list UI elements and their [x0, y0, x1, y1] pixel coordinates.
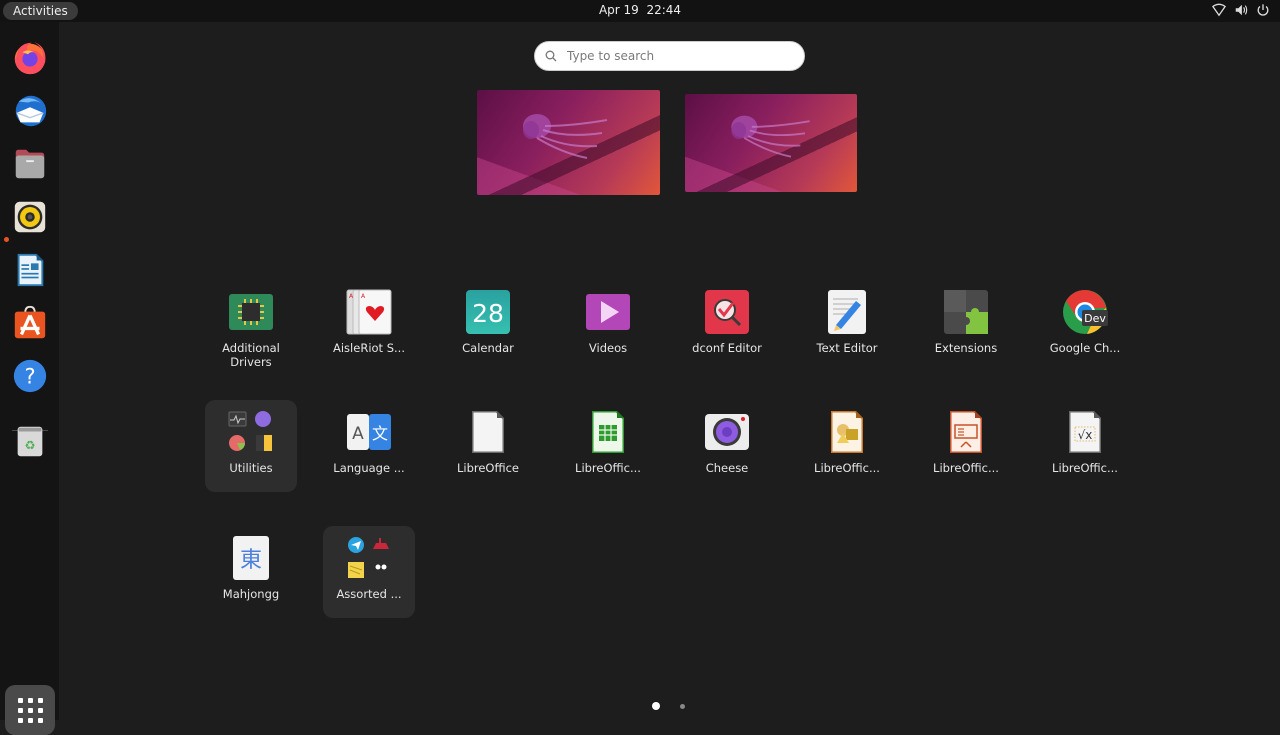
- dock-item-files[interactable]: [8, 142, 52, 186]
- cheese-camera-icon: [705, 414, 749, 450]
- dock-item-thunderbird[interactable]: [8, 89, 52, 133]
- svg-text:?: ?: [24, 365, 35, 389]
- libreoffice-writer-icon: [17, 253, 44, 287]
- app-label: Assorted ...: [336, 587, 402, 601]
- thunderbird-icon: [15, 95, 47, 127]
- top-bar: Activities Apr 19 22:44: [0, 0, 1280, 22]
- app-label: dconf Editor: [692, 341, 762, 355]
- app-label: Google Ch...: [1049, 341, 1121, 355]
- mahjongg-icon: 東: [233, 536, 269, 580]
- app-label: Utilities: [229, 461, 273, 475]
- language-icon: A 文: [347, 414, 391, 450]
- app-label: Videos: [588, 341, 628, 355]
- dock-item-firefox[interactable]: [8, 36, 52, 80]
- app-label: LibreOffic...: [575, 461, 641, 475]
- app-extensions[interactable]: Extensions: [920, 280, 1012, 372]
- running-indicator: [4, 237, 9, 242]
- firefox-icon: [14, 41, 46, 75]
- workspace-thumbnail-1[interactable]: [477, 90, 660, 195]
- show-apps-grid-icon: [17, 697, 43, 723]
- app-label: Cheese: [705, 461, 749, 475]
- clock-time: 22:44: [646, 3, 682, 17]
- libreoffice-calc-icon: [592, 411, 624, 453]
- clock-date: Apr 19: [598, 3, 639, 17]
- app-aisleriot[interactable]: A A AisleRiot S...: [323, 280, 415, 372]
- app-label: Extensions: [934, 341, 998, 355]
- power-icon[interactable]: [1256, 3, 1270, 17]
- libreoffice-icon: [472, 411, 504, 453]
- svg-text:東: 東: [240, 548, 262, 573]
- trash-icon: ♻: [17, 426, 43, 457]
- app-folder-utilities[interactable]: Utilities: [205, 400, 297, 492]
- app-label: LibreOffic...: [1052, 461, 1118, 475]
- files-icon: [15, 149, 45, 179]
- app-videos[interactable]: Videos: [562, 280, 654, 372]
- app-dconf-editor[interactable]: dconf Editor: [681, 280, 773, 372]
- text-editor-icon: [828, 290, 866, 334]
- dock-item-help[interactable]: ?: [8, 354, 52, 398]
- jellyfish-wallpaper-icon: [523, 114, 608, 159]
- puzzle-icon: [944, 290, 988, 334]
- dock: ? ♻: [0, 22, 59, 735]
- dock-item-ubuntu-software[interactable]: [8, 301, 52, 345]
- app-libreoffice-draw[interactable]: LibreOffic...: [801, 400, 893, 492]
- svg-text:Dev: Dev: [1084, 312, 1106, 325]
- ubuntu-software-icon: [14, 305, 46, 339]
- dock-item-rhythmbox[interactable]: [8, 195, 52, 239]
- dconf-editor-icon: [705, 290, 749, 334]
- workspace-thumbnail-2[interactable]: [685, 94, 857, 192]
- app-label: LibreOffice: [456, 461, 520, 475]
- help-icon: ?: [13, 359, 47, 393]
- app-label: LibreOffic...: [933, 461, 999, 475]
- app-libreoffice-impress[interactable]: LibreOffic...: [920, 400, 1012, 492]
- app-label: Language ...: [333, 461, 405, 475]
- libreoffice-draw-icon: [831, 411, 863, 453]
- search-input[interactable]: [567, 49, 787, 63]
- rhythmbox-icon: [14, 201, 46, 233]
- app-label: Text Editor: [816, 341, 878, 355]
- app-cheese[interactable]: Cheese: [681, 400, 773, 492]
- svg-text:28: 28: [472, 299, 504, 328]
- app-additional-drivers[interactable]: Additional Drivers: [205, 280, 297, 372]
- dock-item-libreoffice-writer[interactable]: [8, 248, 52, 292]
- svg-text:A: A: [352, 424, 364, 444]
- app-label: Calendar: [462, 341, 514, 355]
- show-apps-button[interactable]: [5, 685, 55, 735]
- folder-utilities-icon: [228, 411, 272, 451]
- app-text-editor[interactable]: Text Editor: [801, 280, 893, 372]
- libreoffice-impress-icon: [950, 411, 982, 453]
- calendar-icon: 28: [466, 290, 510, 334]
- volume-icon[interactable]: [1234, 3, 1248, 17]
- jellyfish-wallpaper-icon: [731, 115, 810, 158]
- app-calendar[interactable]: 28 Calendar: [442, 280, 534, 372]
- system-tray[interactable]: [1212, 3, 1270, 17]
- search-bar[interactable]: [534, 41, 805, 71]
- app-google-chrome-dev[interactable]: Dev Google Ch...: [1039, 280, 1131, 372]
- page-indicator-1[interactable]: [652, 702, 660, 710]
- folder-assorted-icon: [348, 537, 389, 578]
- clock[interactable]: Apr 19 22:44: [0, 0, 1280, 21]
- chip-icon: [229, 294, 273, 330]
- app-folder-assorted[interactable]: Assorted ...: [323, 526, 415, 618]
- playing-cards-icon: A A: [346, 289, 392, 335]
- app-label: Mahjongg: [222, 587, 280, 601]
- dock-item-trash[interactable]: ♻: [8, 419, 52, 463]
- app-label: Additional Drivers: [222, 341, 280, 369]
- libreoffice-math-icon: √x: [1069, 411, 1101, 453]
- chrome-dev-icon: Dev: [1063, 290, 1108, 334]
- video-play-icon: [586, 294, 630, 330]
- page-indicator-2[interactable]: [680, 704, 685, 709]
- app-label: LibreOffic...: [814, 461, 880, 475]
- app-libreoffice-math[interactable]: √x LibreOffic...: [1039, 400, 1131, 492]
- app-label: AisleRiot S...: [333, 341, 405, 355]
- app-libreoffice[interactable]: LibreOffice: [442, 400, 534, 492]
- app-language-support[interactable]: A 文 Language ...: [323, 400, 415, 492]
- app-mahjongg[interactable]: 東 Mahjongg: [205, 526, 297, 618]
- svg-text:♻: ♻: [24, 439, 35, 453]
- search-icon: [545, 50, 557, 62]
- app-libreoffice-calc[interactable]: LibreOffic...: [562, 400, 654, 492]
- network-wifi-icon[interactable]: [1212, 3, 1226, 17]
- svg-text:√x: √x: [1078, 428, 1093, 442]
- svg-text:文: 文: [372, 424, 388, 443]
